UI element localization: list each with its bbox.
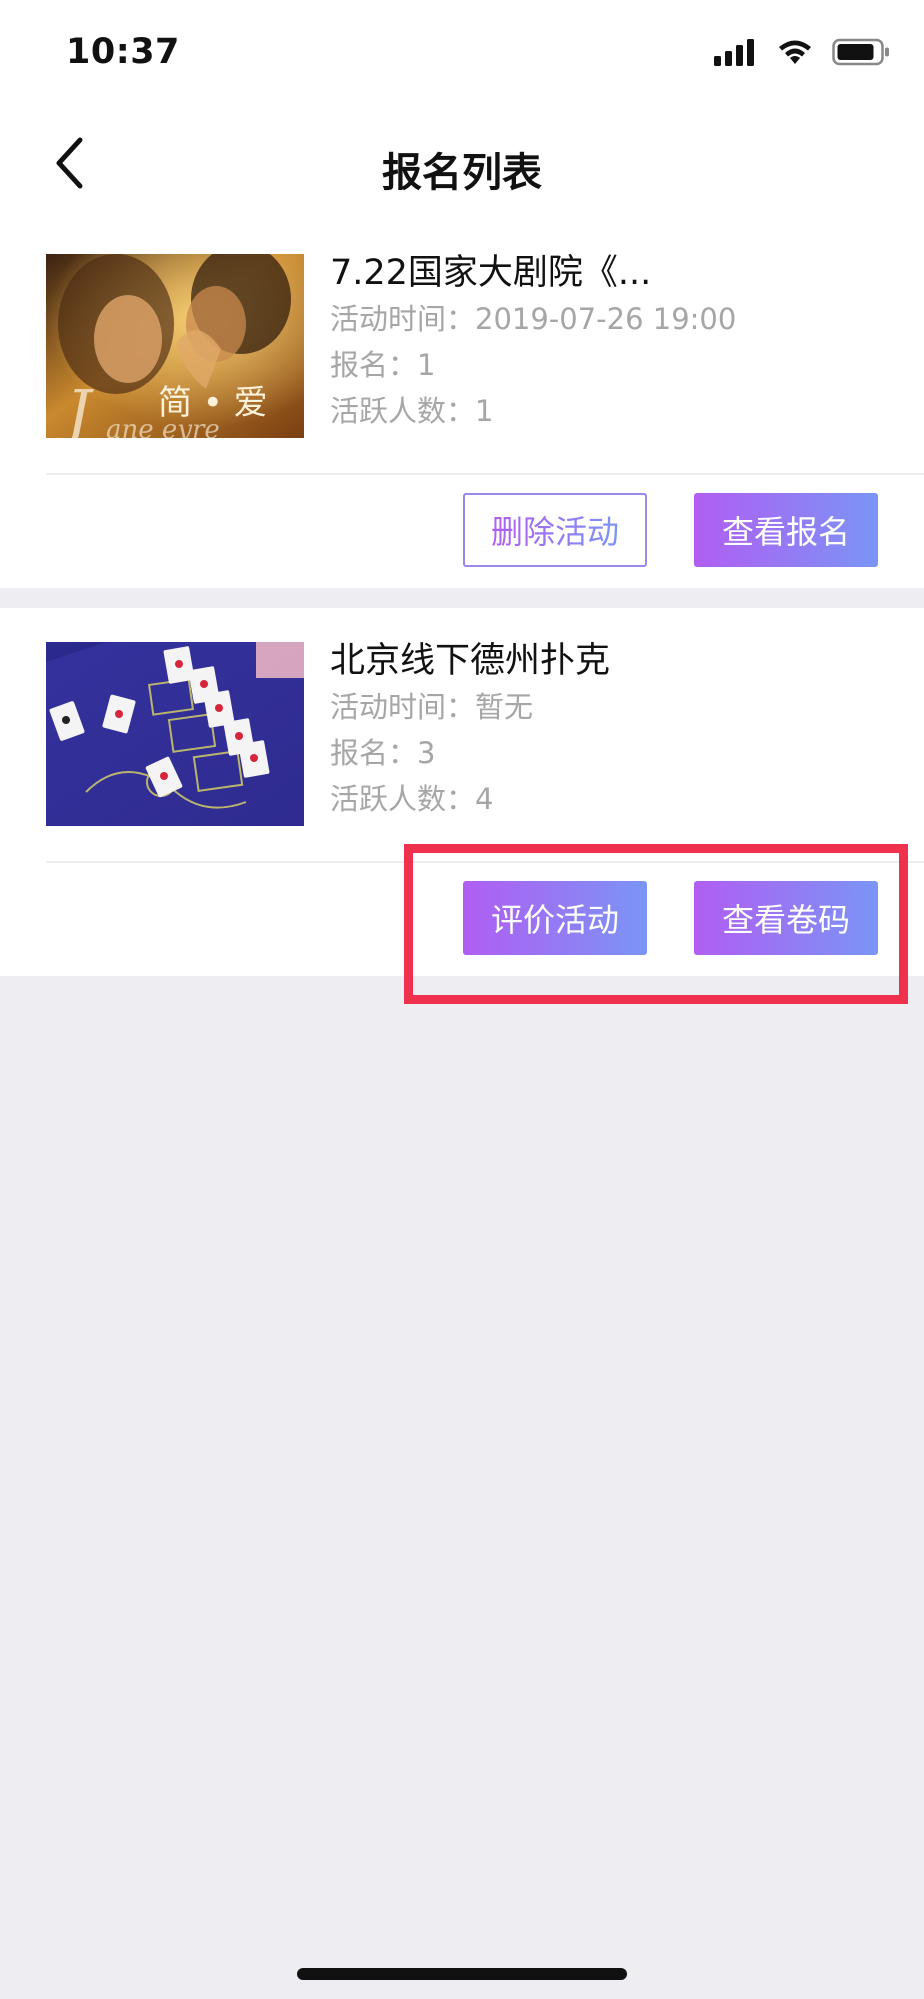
activity-active-count: 活跃人数：4 [330,782,494,816]
activity-time: 活动时间：2019-07-26 19:00 [330,302,737,336]
activity-title: 7.22国家大剧院《... [330,253,652,293]
card-actions: 删除活动 查看报名 [463,493,878,567]
activity-card[interactable]: J ane eyre 简 • 爱 7.22国家大剧院《... 活动时间：2019… [0,220,924,588]
card-divider [46,473,924,475]
wifi-icon [776,38,814,70]
activity-thumbnail [46,642,304,826]
activity-signups: 报名：1 [330,348,436,382]
card-actions: 评价活动 查看卷码 [463,881,878,955]
activity-info: 北京线下德州扑克 活动时间：暂无 报名：3 活跃人数：4 [330,638,890,822]
activity-time: 活动时间：暂无 [330,690,534,724]
nav-bar: 报名列表 [0,110,924,220]
page-title: 报名列表 [382,150,542,196]
view-signups-button[interactable]: 查看报名 [694,493,878,567]
home-indicator [297,1968,627,1980]
rate-activity-button[interactable]: 评价活动 [463,881,647,955]
status-icons [714,38,890,70]
activity-info: 7.22国家大剧院《... 活动时间：2019-07-26 19:00 报名：1… [330,250,890,434]
poster-title-text: 简 • 爱 [158,383,268,423]
top-bar: 10:37 报名列表 [0,0,924,220]
card-divider [46,861,924,863]
view-codes-button[interactable]: 查看卷码 [694,881,878,955]
activity-active-count: 活跃人数：1 [330,394,494,428]
activity-thumbnail: J ane eyre 简 • 爱 [46,254,304,438]
cellular-signal-icon [714,38,758,70]
activity-title: 北京线下德州扑克 [330,641,611,681]
activity-signups: 报名：3 [330,736,436,770]
status-time: 10:37 [66,32,180,72]
battery-icon [832,38,890,70]
delete-activity-label: 删除活动 [491,507,619,553]
delete-activity-button[interactable]: 删除活动 [463,493,647,567]
activity-card[interactable]: 北京线下德州扑克 活动时间：暂无 报名：3 活跃人数：4 评价活动 查看卷码 [0,608,924,976]
status-bar: 10:37 [0,0,924,110]
